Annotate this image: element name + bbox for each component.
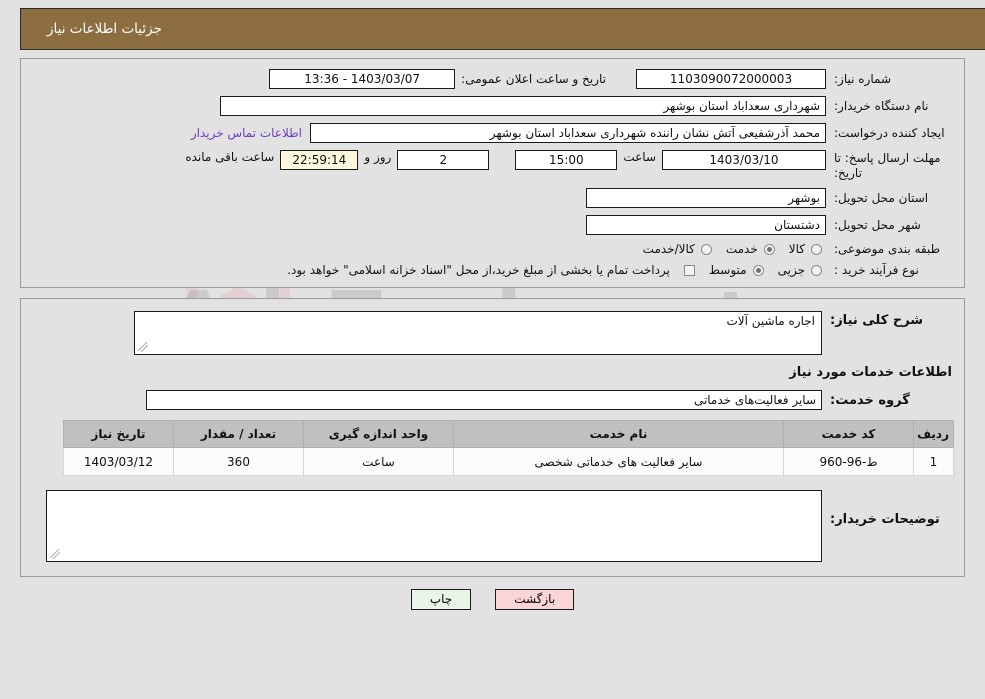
buyer-notes-label: توضیحات خریدار: — [830, 512, 940, 527]
resize-grip-icon[interactable] — [138, 342, 148, 352]
announce-datetime-label: تاریخ و ساعت اعلان عمومی: — [461, 72, 606, 86]
row-buyer-org: نام دستگاه خریدار: شهرداری سعداباد استان… — [31, 96, 954, 116]
print-button[interactable]: چاپ — [410, 589, 472, 610]
back-button[interactable]: بازگشت — [495, 589, 575, 610]
resize-grip-icon[interactable] — [50, 549, 60, 559]
radio-category-khedmat-label: خدمت — [725, 242, 758, 256]
service-group-field[interactable]: سایر فعالیت‌های خدماتی — [146, 390, 822, 410]
row-city: شهر محل تحویل: دشتستان — [31, 215, 954, 235]
requester-label: ایجاد کننده درخواست: — [834, 126, 945, 140]
radio-purchase-jozei[interactable] — [811, 264, 822, 276]
radio-purchase-motavaset[interactable] — [752, 264, 764, 276]
th-qty: تعداد / مقدار — [173, 420, 304, 448]
th-code: کد خدمت — [783, 420, 914, 448]
footer-buttons: بازگشت چاپ — [0, 589, 985, 610]
cell-date: 1403/03/12 — [63, 447, 174, 476]
need-number-field[interactable]: 1103090072000003 — [636, 69, 826, 89]
radio-category-khedmat[interactable] — [763, 243, 775, 255]
deadline-label: مهلت ارسال پاسخ: تا تاریخ: — [834, 151, 941, 180]
th-name: نام خدمت — [453, 420, 784, 448]
city-label: شهر محل تحویل: — [834, 218, 921, 232]
row-purchase-type: نوع فرآیند خرید : جزیی متوسط پرداخت تمام… — [31, 263, 954, 277]
row-category: طبقه بندی موضوعی: کالا خدمت کالا/خدمت — [31, 242, 954, 256]
treasury-docs-checkbox[interactable] — [683, 264, 695, 276]
need-number-label: شماره نیاز: — [834, 72, 891, 86]
buyer-contact-link[interactable]: اطلاعات تماس خریدار — [183, 126, 310, 140]
deadline-time-field[interactable]: 15:00 — [515, 150, 618, 170]
remaining-days-field[interactable]: 2 — [397, 150, 490, 170]
table-row: 1 ط-96-960 سایر فعالیت های خدماتی شخصی س… — [63, 447, 954, 476]
th-index: ردیف — [913, 420, 954, 448]
time-label: ساعت — [623, 150, 656, 164]
remaining-hours-label: ساعت باقی مانده — [185, 150, 275, 164]
row-province: استان محل تحویل: بوشهر — [31, 188, 954, 208]
cell-code: ط-96-960 — [783, 447, 914, 476]
buyer-org-field[interactable]: شهرداری سعداباد استان بوشهر — [220, 96, 826, 116]
row-general-desc: شرح کلی نیاز: اجاره ماشین آلات — [31, 311, 954, 355]
treasury-docs-note: پرداخت تمام یا بخشی از مبلغ خرید،از محل … — [287, 263, 670, 277]
th-date: تاریخ نیاز — [63, 420, 174, 448]
requester-field[interactable]: محمد آذرشفیعی آتش نشان راننده شهرداری سع… — [310, 123, 826, 143]
countdown-field: 22:59:14 — [280, 150, 359, 170]
province-field[interactable]: بوشهر — [586, 188, 826, 208]
purchase-type-label: نوع فرآیند خرید : — [834, 263, 919, 277]
days-label: روز و — [364, 150, 392, 164]
need-summary-panel: شماره نیاز: 1103090072000003 تاریخ و ساع… — [20, 58, 965, 288]
buyer-notes-textarea[interactable] — [46, 490, 822, 562]
service-group-label: گروه خدمت: — [830, 392, 910, 408]
page-header: جزئیات اطلاعات نیاز — [20, 8, 985, 50]
th-unit: واحد اندازه گیری — [303, 420, 454, 448]
row-need-number: شماره نیاز: 1103090072000003 تاریخ و ساع… — [31, 69, 954, 89]
radio-purchase-jozei-label: جزیی — [777, 263, 805, 277]
radio-category-kala-khedmat[interactable] — [700, 243, 712, 255]
buyer-org-label: نام دستگاه خریدار: — [834, 99, 929, 113]
radio-category-kala-khedmat-label: کالا/خدمت — [642, 242, 695, 256]
services-panel: شرح کلی نیاز: اجاره ماشین آلات اطلاعات خ… — [20, 298, 965, 577]
cell-quantity: 360 — [173, 447, 304, 476]
announce-datetime-field[interactable]: 1403/03/07 - 13:36 — [269, 69, 456, 89]
cell-index: 1 — [913, 447, 954, 476]
row-deadline: مهلت ارسال پاسخ: تا تاریخ: 1403/03/10 سا… — [31, 150, 954, 181]
category-label: طبقه بندی موضوعی: — [834, 242, 941, 256]
services-heading: اطلاعات خدمات مورد نیاز — [789, 365, 952, 380]
page-title: جزئیات اطلاعات نیاز — [47, 21, 162, 37]
row-requester: ایجاد کننده درخواست: محمد آذرشفیعی آتش ن… — [31, 123, 954, 143]
province-label: استان محل تحویل: — [834, 191, 929, 205]
radio-category-kala-label: کالا — [788, 242, 805, 256]
cell-name: سایر فعالیت های خدماتی شخصی — [453, 447, 784, 476]
row-buyer-notes: توضیحات خریدار: — [31, 490, 954, 562]
general-desc-value: اجاره ماشین آلات — [726, 314, 816, 328]
radio-category-kala[interactable] — [811, 243, 822, 255]
cell-unit: ساعت — [303, 447, 454, 476]
row-service-group: گروه خدمت: سایر فعالیت‌های خدماتی — [31, 390, 954, 410]
general-desc-label: شرح کلی نیاز: — [830, 313, 924, 328]
radio-purchase-motavaset-label: متوسط — [708, 263, 747, 277]
table-header-row: ردیف کد خدمت نام خدمت واحد اندازه گیری ت… — [63, 420, 954, 448]
general-desc-textarea[interactable]: اجاره ماشین آلات — [134, 311, 822, 355]
deadline-date-field[interactable]: 1403/03/10 — [662, 150, 826, 170]
services-table: ردیف کد خدمت نام خدمت واحد اندازه گیری ت… — [63, 420, 954, 476]
city-field[interactable]: دشتستان — [586, 215, 826, 235]
